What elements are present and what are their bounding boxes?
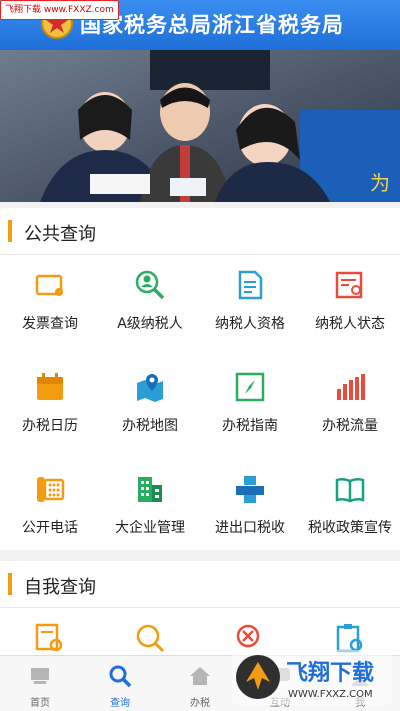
watermark-bottom: 飞翔下载 WWW.FXXZ.COM — [232, 650, 392, 705]
grid-item-label: A级纳税人 — [117, 316, 183, 332]
grid-item-label: 办税流量 — [322, 418, 378, 434]
banner-photo: 为 — [0, 50, 400, 202]
tab-label: 首页 — [30, 698, 50, 709]
grid-item-tax-map[interactable]: 办税地图 — [100, 357, 200, 459]
grid-item-taxpayer-qualification[interactable]: 纳税人资格 — [200, 255, 300, 357]
grid-item-tax-policy[interactable]: 税收政策宣传 — [300, 459, 400, 561]
header-title: 国家税务总局浙江省税务局 — [80, 13, 344, 37]
watermark-bottom-url: WWW.FXXZ.COM — [288, 689, 373, 700]
tab-label: 查询 — [110, 698, 130, 709]
section-accent-bar — [8, 220, 12, 242]
self-query-item[interactable] — [300, 608, 400, 655]
grid-item-tax-guide[interactable]: 办税指南 — [200, 357, 300, 459]
calendar-icon — [37, 373, 63, 400]
grid-item-label: 办税指南 — [222, 418, 278, 434]
book-icon — [335, 477, 365, 503]
watermark-top: 飞翔下载 www.FXXZ.com — [0, 0, 119, 20]
self-query-title: 自我查询 — [24, 577, 96, 598]
grid-item-label: 纳税人资格 — [215, 316, 285, 332]
public-query-title: 公共查询 — [24, 224, 96, 245]
grid-item-import-export-tax[interactable]: 进出口税收 — [200, 459, 300, 561]
grid-item-label: 纳税人状态 — [315, 316, 385, 332]
import-export-icon — [236, 476, 264, 503]
grid-item-label: 进出口税收 — [215, 520, 285, 536]
watermark-bottom-title: 飞翔下载 — [286, 660, 374, 686]
self-query-section: 自我查询 — [0, 561, 400, 655]
public-query-section: 公共查询 发票查询 A级纳税人 纳税人资格 纳税人状态 办税日历 办税地图 办税… — [0, 208, 400, 550]
grid-item-label: 公开电话 — [22, 520, 78, 536]
tab-label: 办税 — [190, 698, 210, 709]
grid-item-label: 大企业管理 — [115, 520, 185, 536]
grid-item-label: 办税地图 — [122, 418, 178, 434]
self-query-item[interactable] — [0, 608, 100, 655]
document-icon — [238, 270, 263, 300]
bar-chart-icon — [337, 374, 365, 400]
building-icon — [138, 477, 162, 502]
section-accent-bar — [8, 573, 12, 595]
banner-sign-text: 为 — [370, 171, 390, 195]
grid-item-large-enterprise[interactable]: 大企业管理 — [100, 459, 200, 561]
house-icon — [190, 667, 210, 685]
home-icon — [31, 668, 49, 684]
person-search-icon — [135, 270, 165, 300]
tab-query[interactable]: 查询 — [80, 656, 160, 711]
phone-icon — [37, 477, 65, 502]
public-query-header: 公共查询 — [0, 208, 400, 255]
compass-icon — [235, 372, 265, 402]
grid-item-tax-traffic[interactable]: 办税流量 — [300, 357, 400, 459]
grid-item-taxpayer-status[interactable]: 纳税人状态 — [300, 255, 400, 357]
app-header: 国家税务总局浙江省税务局 飞翔下载 www.FXXZ.com — [0, 0, 400, 50]
grid-item-label: 发票查询 — [22, 316, 78, 332]
invoice-search-icon — [35, 274, 63, 296]
search-icon — [109, 665, 132, 688]
tab-tax-service[interactable]: 办税 — [160, 656, 240, 711]
form-search-icon — [35, 623, 63, 652]
tab-home[interactable]: 首页 — [0, 656, 80, 711]
grid-item-label: 税收政策宣传 — [308, 520, 392, 536]
self-query-item[interactable] — [200, 608, 300, 655]
grid-item-tax-calendar[interactable]: 办税日历 — [0, 357, 100, 459]
map-pin-icon — [137, 374, 163, 402]
status-card-icon — [335, 271, 363, 299]
grid-item-label: 办税日历 — [22, 418, 78, 434]
grid-item-public-phone[interactable]: 公开电话 — [0, 459, 100, 561]
grid-item-invoice-query[interactable]: 发票查询 — [0, 255, 100, 357]
banner-image[interactable]: 为 — [0, 50, 400, 202]
self-query-item[interactable] — [100, 608, 200, 655]
tax-search-icon — [136, 624, 165, 653]
self-query-header: 自我查询 — [0, 561, 400, 608]
grid-item-a-level-taxpayer[interactable]: A级纳税人 — [100, 255, 200, 357]
